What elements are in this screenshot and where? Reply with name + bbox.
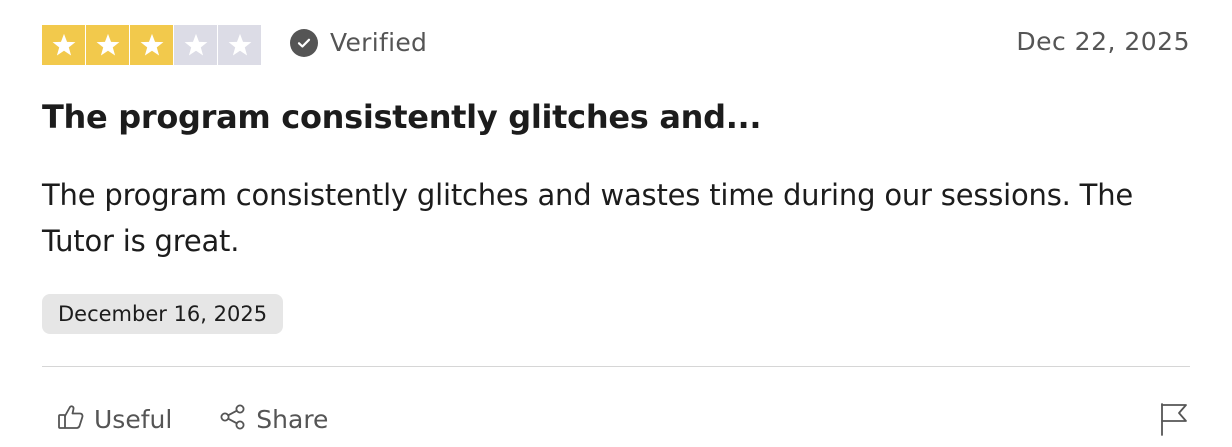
report-button[interactable] [1158,402,1190,436]
star-icon [140,33,163,56]
review-card: Verified Dec 22, 2025 The program consis… [42,0,1190,447]
experience-date-chip: December 16, 2025 [42,294,284,334]
star-icon [52,33,75,56]
review-title[interactable]: The program consistently glitches and... [42,98,762,136]
thumbs-up-icon [56,402,86,436]
review-actions: Useful Share [56,402,328,436]
published-date: Dec 22, 2025 [1016,27,1190,56]
star-icon [96,33,119,56]
star-filled [130,25,173,65]
check-circle-icon [290,28,318,57]
review-body: The program consistently glitches and wa… [42,178,1134,258]
star-rating [42,25,261,65]
share-icon [218,402,248,436]
share-label: Share [256,404,329,434]
useful-button[interactable]: Useful [56,402,172,436]
divider [42,366,1190,367]
useful-label: Useful [94,404,173,434]
star-filled [42,25,85,65]
flag-icon [1158,403,1190,440]
star-icon [184,33,207,56]
star-filled [86,25,129,65]
star-icon [228,33,251,56]
verified-badge: Verified [290,28,427,57]
verified-label: Verified [330,28,428,57]
star-empty [174,25,217,65]
star-empty [218,25,261,65]
share-button[interactable]: Share [218,402,328,436]
